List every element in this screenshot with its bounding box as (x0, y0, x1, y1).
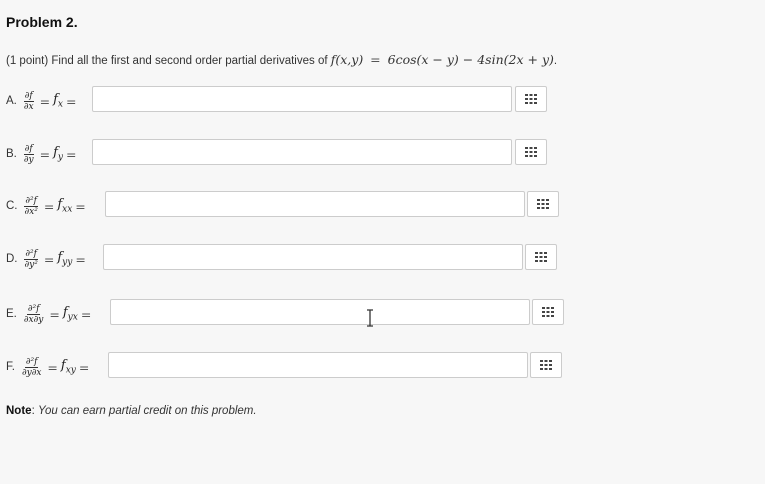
answer-input-b[interactable] (92, 139, 512, 165)
part-d-row: D. ∂²f ∂y² = fyy = (6, 248, 86, 270)
answer-input-d[interactable] (103, 244, 523, 270)
note-label: Note (6, 405, 32, 417)
partial-fraction: ∂²f ∂x∂y (23, 303, 44, 325)
derivative-symbol: fyy (57, 250, 73, 268)
partial-fraction: ∂f ∂y (23, 143, 34, 165)
part-letter: A. (6, 95, 17, 107)
derivative-symbol: fxx (57, 197, 73, 215)
equation-editor-button-a[interactable] (515, 86, 547, 112)
grid-icon (537, 199, 549, 209)
grid-icon (542, 307, 554, 317)
part-b-row: B. ∂f ∂y = fy = (6, 143, 77, 165)
grid-icon (525, 94, 537, 104)
partial-fraction: ∂f ∂x (23, 90, 34, 112)
part-letter: C. (6, 200, 18, 212)
equation-editor-button-f[interactable] (530, 352, 562, 378)
partial-fraction: ∂²f ∂y² (24, 248, 38, 270)
answer-input-c[interactable] (105, 191, 525, 217)
answer-input-e[interactable] (110, 299, 530, 325)
part-a-row: A. ∂f ∂x = fx = (6, 90, 77, 112)
partial-fraction: ∂²f ∂x² (24, 195, 38, 217)
note-text: You can earn partial credit on this prob… (37, 405, 257, 417)
part-letter: D. (6, 253, 18, 265)
problem-title: Problem 2. (6, 14, 78, 30)
note: Note: You can earn partial credit on thi… (6, 405, 257, 417)
part-f-row: F. ∂²f ∂y∂x = fxy = (6, 356, 90, 378)
grid-icon (535, 252, 547, 262)
points-label: (1 point) (6, 55, 49, 67)
function-lhs: f(x,y) (330, 52, 364, 67)
part-letter: E. (6, 308, 17, 320)
partial-fraction: ∂²f ∂y∂x (21, 356, 42, 378)
answer-input-f[interactable] (108, 352, 528, 378)
grid-icon (525, 147, 537, 157)
part-letter: B. (6, 148, 17, 160)
answer-input-a[interactable] (92, 86, 512, 112)
derivative-symbol: fx (53, 92, 63, 110)
problem-statement: (1 point) Find all the first and second … (6, 52, 558, 67)
equation-editor-button-e[interactable] (532, 299, 564, 325)
equation-editor-button-d[interactable] (525, 244, 557, 270)
prompt-text: Find all the first and second order part… (51, 55, 328, 67)
grid-icon (540, 360, 552, 370)
part-letter: F. (6, 361, 15, 373)
part-c-row: C. ∂²f ∂x² = fxx = (6, 195, 86, 217)
text-cursor-icon (367, 309, 373, 327)
derivative-symbol: fxy (60, 358, 76, 376)
derivative-symbol: fyx (62, 305, 78, 323)
function-rhs: 6cos(x − y) − 4sin(2x + y) (387, 52, 554, 67)
equation-editor-button-b[interactable] (515, 139, 547, 165)
part-e-row: E. ∂²f ∂x∂y = fyx = (6, 303, 92, 325)
derivative-symbol: fy (53, 145, 64, 163)
equation-editor-button-c[interactable] (527, 191, 559, 217)
